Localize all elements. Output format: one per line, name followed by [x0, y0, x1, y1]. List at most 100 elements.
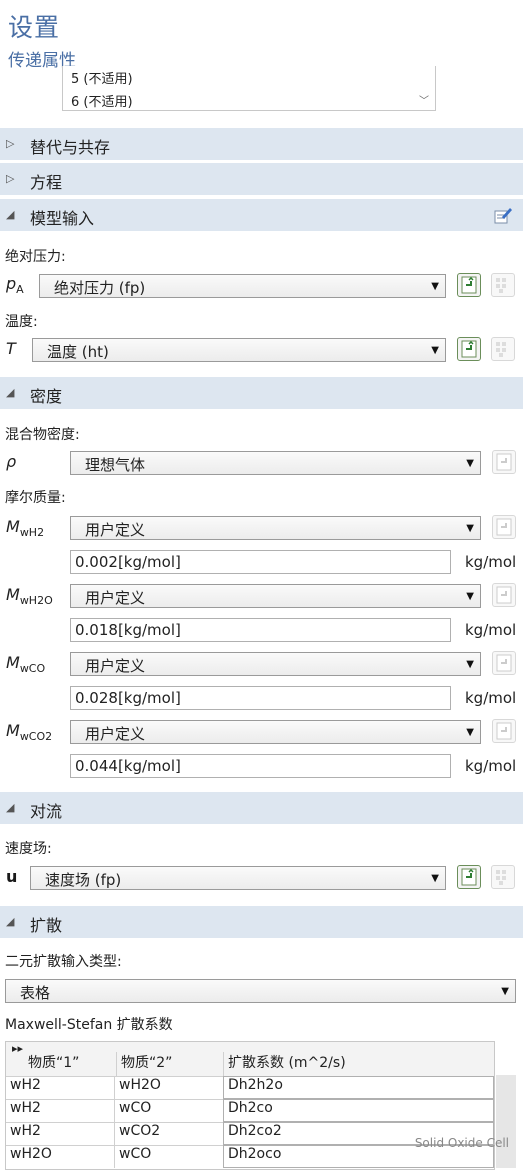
molar-mass-method-select[interactable]: 用户定义 ▼ — [70, 516, 481, 540]
goto-source-button[interactable] — [492, 450, 516, 474]
abs-pressure-select[interactable]: 绝对压力 (fp) ▼ — [39, 274, 446, 298]
list-item[interactable]: 5 (不适用) — [71, 68, 133, 87]
table-scrollbar[interactable] — [496, 1075, 516, 1168]
molar-mass-symbol: MwCO2 — [6, 721, 52, 743]
symbol-sub: wCO2 — [19, 730, 53, 744]
chevron-down-icon: ▼ — [431, 281, 439, 292]
section-density[interactable]: ◢ 密度 — [0, 377, 523, 409]
velocity-select[interactable]: 速度场 (fp) ▼ — [30, 866, 446, 890]
chevron-down-icon: ▼ — [431, 873, 439, 884]
temperature-symbol: T — [6, 339, 16, 358]
table-title: Maxwell-Stefan 扩散系数 — [5, 1017, 173, 1033]
molar-mass-method-select[interactable]: 用户定义 ▼ — [70, 584, 481, 608]
table-cell[interactable]: wH2 — [6, 1076, 114, 1099]
select-value: 温度 (ht) — [47, 343, 109, 361]
plot-grid-icon — [496, 870, 506, 885]
chevron-down-icon: ▼ — [466, 591, 474, 602]
table-cell[interactable]: wH2O — [114, 1076, 223, 1099]
velocity-label: 速度场: — [5, 841, 52, 857]
input-value: 0.028[kg/mol] — [75, 689, 181, 707]
goto-source-icon — [496, 722, 512, 740]
table-cell[interactable]: wH2 — [6, 1122, 114, 1145]
goto-source-button[interactable] — [492, 719, 516, 743]
triangle-down-icon: ◢ — [6, 386, 15, 399]
table-cell[interactable]: Dh2h2o — [223, 1076, 494, 1099]
unit-label: kg/mol — [465, 689, 517, 707]
chevron-down-icon: ▼ — [466, 659, 474, 670]
table-cell[interactable]: wH2 — [6, 1099, 114, 1122]
unit-label: kg/mol — [465, 553, 517, 571]
plot-button[interactable] — [491, 337, 515, 361]
section-label: 替代与共存 — [30, 138, 111, 157]
goto-source-icon — [496, 518, 512, 536]
select-value: 表格 — [20, 984, 51, 1002]
table-cell[interactable]: Dh2co — [223, 1099, 494, 1122]
goto-source-button[interactable] — [457, 273, 481, 297]
expand-icon[interactable]: ▸▸ — [8, 1042, 23, 1055]
column-header[interactable]: 物质“2” — [116, 1052, 172, 1076]
goto-source-icon — [496, 654, 512, 672]
diffusion-input-type-label: 二元扩散输入类型: — [5, 954, 122, 970]
temperature-select[interactable]: 温度 (ht) ▼ — [32, 338, 446, 362]
goto-source-button[interactable] — [457, 337, 481, 361]
chevron-down-icon: ▼ — [501, 986, 509, 997]
goto-source-icon — [461, 868, 477, 886]
section-convection[interactable]: ◢ 对流 — [0, 792, 523, 824]
select-value: 用户定义 — [85, 657, 146, 675]
temperature-label: 温度: — [5, 314, 38, 330]
selection-listbox[interactable]: 5 (不适用) 6 (不适用) ﹀ — [62, 66, 436, 111]
chevron-down-icon: ▼ — [466, 458, 474, 469]
symbol-sub: A — [16, 283, 24, 297]
molar-mass-method-select[interactable]: 用户定义 ▼ — [70, 720, 481, 744]
section-model-input[interactable]: ◢ 模型输入 — [0, 199, 523, 231]
symbol-sub: wCO — [19, 662, 46, 676]
mixture-density-label: 混合物密度: — [5, 427, 80, 443]
section-label: 密度 — [30, 387, 63, 406]
goto-source-icon — [461, 276, 477, 294]
molar-mass-input[interactable]: 0.018[kg/mol] — [70, 618, 451, 642]
goto-source-button[interactable] — [492, 583, 516, 607]
triangle-right-icon: ▷ — [6, 172, 15, 185]
select-value: 用户定义 — [85, 725, 146, 743]
column-header[interactable]: 扩散系数 (m^2/s) — [223, 1052, 346, 1076]
table-cell[interactable]: wCO — [114, 1145, 223, 1168]
plot-button[interactable] — [491, 865, 515, 889]
section-substitution[interactable]: ▷ 替代与共存 — [0, 128, 523, 160]
section-label: 模型输入 — [30, 209, 95, 228]
goto-source-button[interactable] — [492, 651, 516, 675]
triangle-down-icon: ◢ — [6, 208, 15, 221]
edit-pencil-icon[interactable] — [493, 205, 513, 229]
select-value: 速度场 (fp) — [45, 871, 122, 889]
section-equation[interactable]: ▷ 方程 — [0, 163, 523, 195]
abs-pressure-label: 绝对压力: — [5, 249, 66, 265]
table-cell[interactable]: wCO — [114, 1099, 223, 1122]
goto-source-button[interactable] — [492, 515, 516, 539]
select-value: 理想气体 — [85, 456, 146, 474]
plot-grid-icon — [496, 342, 506, 357]
goto-source-button[interactable] — [457, 865, 481, 889]
molar-mass-method-select[interactable]: 用户定义 ▼ — [70, 652, 481, 676]
watermark: Solid Oxide Cell — [414, 1136, 509, 1150]
molar-mass-symbol: MwH2O — [6, 585, 53, 607]
triangle-down-icon: ◢ — [6, 801, 15, 814]
table-cell[interactable]: wCO2 — [114, 1122, 223, 1145]
plot-button[interactable] — [491, 273, 515, 297]
section-diffusion[interactable]: ◢ 扩散 — [0, 906, 523, 938]
input-value: 0.044[kg/mol] — [75, 757, 181, 775]
molar-mass-input[interactable]: 0.002[kg/mol] — [70, 550, 451, 574]
diffusion-table[interactable]: ▸▸ 物质“1” 物质“2” 扩散系数 (m^2/s) wH2 wH2O Dh2… — [5, 1041, 495, 1170]
mixture-density-select[interactable]: 理想气体 ▼ — [70, 451, 481, 475]
input-value: 0.018[kg/mol] — [75, 621, 181, 639]
column-header[interactable]: 物质“1” — [24, 1052, 79, 1072]
symbol-sub: wH2O — [19, 594, 53, 608]
symbol-main: p — [6, 274, 17, 293]
chevron-down-icon[interactable]: ﹀ — [419, 92, 429, 107]
list-item[interactable]: 6 (不适用) — [71, 91, 133, 110]
molar-mass-input[interactable]: 0.044[kg/mol] — [70, 754, 451, 778]
molar-mass-input[interactable]: 0.028[kg/mol] — [70, 686, 451, 710]
diffusion-input-type-select[interactable]: 表格 ▼ — [5, 979, 516, 1003]
unit-label: kg/mol — [465, 757, 517, 775]
input-value: 0.002[kg/mol] — [75, 553, 181, 571]
table-cell[interactable]: wH2O — [6, 1145, 114, 1168]
chevron-down-icon: ▼ — [466, 727, 474, 738]
